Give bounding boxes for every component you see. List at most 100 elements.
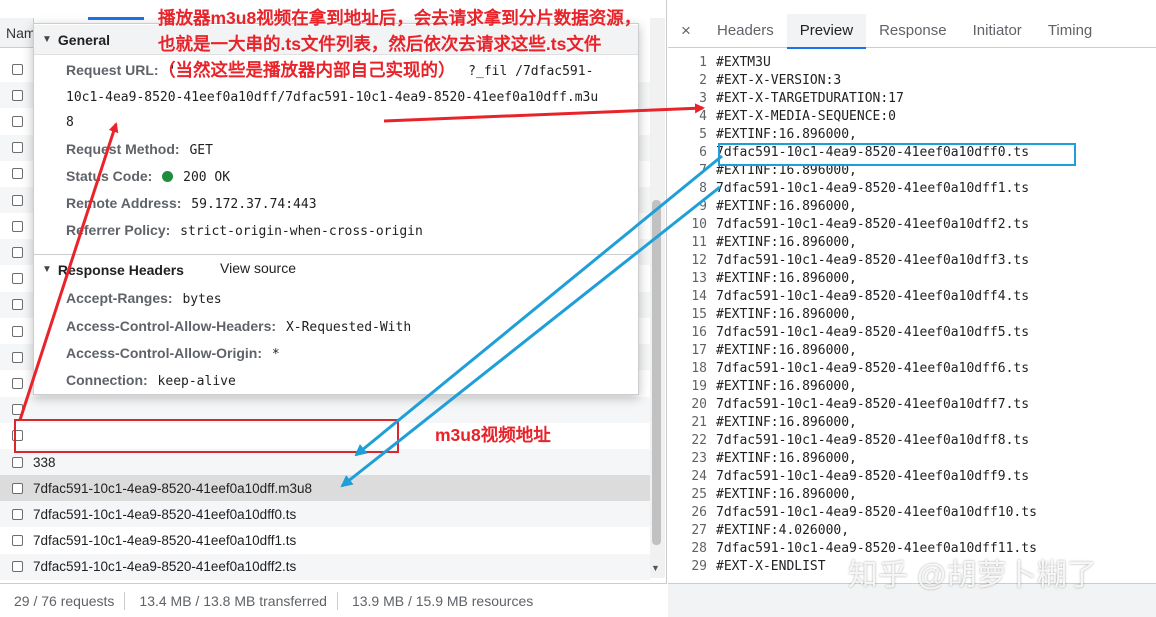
name-column-header[interactable]: Nam [0, 18, 34, 48]
line-number: 28 [691, 541, 707, 556]
code-line: 10 7dfac591-10c1-4ea9-8520-41eef0a10dff2.… [668, 216, 1029, 234]
row-checkbox[interactable] [12, 561, 23, 573]
line-number: 26 [691, 505, 707, 520]
row-checkbox[interactable] [12, 482, 23, 494]
row-checkbox[interactable] [12, 325, 23, 337]
code-line: 5 #EXTINF:16.896000, [668, 126, 857, 144]
header-key: Access-Control-Allow-Origin: [66, 345, 263, 361]
line-text: #EXTINF:16.896000, [716, 235, 857, 250]
row-checkbox[interactable] [12, 299, 23, 311]
line-text: #EXT-X-VERSION:3 [716, 73, 842, 88]
header-value: keep-alive [157, 374, 236, 389]
request-url-value-line2: 10c1-4ea9-8520-41eef0a10dff/7dfac591-10c… [66, 90, 599, 105]
code-line: 14 7dfac591-10c1-4ea9-8520-41eef0a10dff4.… [668, 288, 1029, 306]
line-text: 7dfac591-10c1-4ea9-8520-41eef0a10dff3.ts [716, 253, 1030, 268]
line-text: #EXT-X-MEDIA-SEQUENCE:0 [716, 109, 897, 124]
request-row[interactable]: 7dfac591-10c1-4ea9-8520-41eef0a10dff.m3u… [0, 475, 650, 502]
tab-response[interactable]: Response [866, 14, 960, 48]
response-headers-section-header[interactable]: ▼ Response Headers [34, 254, 638, 284]
line-number: 3 [699, 91, 707, 106]
row-checkbox[interactable] [12, 535, 23, 547]
line-number: 13 [691, 271, 707, 286]
annotation-line: 播放器m3u8视频在拿到地址后，会去请求拿到分片数据资源， [158, 8, 642, 28]
request-row[interactable]: 7dfac591-10c1-4ea9-8520-41eef0a10dff1.ts [0, 528, 650, 554]
view-source-link[interactable]: View source [220, 260, 296, 276]
code-line: 13 #EXTINF:16.896000, [668, 270, 857, 288]
row-checkbox[interactable] [12, 168, 23, 180]
line-text: #EXTINF:16.896000, [716, 415, 857, 430]
row-checkbox[interactable] [12, 142, 23, 154]
tab-timing[interactable]: Timing [1035, 14, 1105, 48]
m3u8-address-annotation: m3u8视频地址 [435, 425, 551, 445]
row-checkbox[interactable] [12, 273, 23, 285]
line-number: 5 [699, 127, 707, 142]
network-request-list-panel: Nam 338 7dfac591-10c1-4ea9-8520-41eef0a10… [0, 0, 667, 617]
close-icon[interactable]: × [668, 21, 704, 41]
referrer-policy-value: strict-origin-when-cross-origin [180, 224, 423, 239]
line-text: #EXTINF:16.896000, [716, 451, 857, 466]
status-code-row: Status Code: 200 OK [66, 168, 230, 185]
line-text: 7dfac591-10c1-4ea9-8520-41eef0a10dff8.ts [716, 433, 1030, 448]
code-line: 1 #EXTM3U [668, 54, 771, 72]
line-number: 2 [699, 73, 707, 88]
scroll-down-icon[interactable]: ▼ [651, 563, 660, 573]
status-code-label: Status Code: [66, 168, 153, 184]
tab-preview[interactable]: Preview [786, 13, 867, 49]
scrollbar-thumb[interactable] [652, 200, 661, 545]
row-checkbox[interactable] [12, 377, 23, 389]
line-number: 9 [699, 199, 707, 214]
line-number: 4 [699, 109, 707, 124]
remote-address-value: 59.172.37.74:443 [191, 197, 317, 212]
code-line: 3 #EXT-X-TARGETDURATION:17 [668, 90, 904, 108]
m3u8-highlight-box [14, 419, 399, 453]
request-count: 29 / 76 requests [0, 591, 126, 610]
request-name: 7dfac591-10c1-4ea9-8520-41eef0a10dff.m3u… [33, 480, 312, 496]
row-checkbox[interactable] [12, 89, 23, 101]
ts-segment-highlight-box [718, 143, 1076, 166]
request-name: 7dfac591-10c1-4ea9-8520-41eef0a10dff0.ts [33, 506, 297, 522]
tab-headers[interactable]: Headers [704, 14, 787, 48]
request-name: 7dfac591-10c1-4ea9-8520-41eef0a10dff2.ts [33, 559, 297, 575]
code-line: 17 #EXTINF:16.896000, [668, 342, 857, 360]
code-line: 24 7dfac591-10c1-4ea9-8520-41eef0a10dff9.… [668, 468, 1029, 486]
remote-address-label: Remote Address: [66, 195, 182, 211]
line-number: 12 [691, 253, 707, 268]
line-number: 10 [691, 217, 707, 232]
row-checkbox[interactable] [12, 220, 23, 232]
header-key: Connection: [66, 372, 148, 388]
row-checkbox[interactable] [12, 508, 23, 520]
row-checkbox[interactable] [12, 246, 23, 258]
row-checkbox[interactable] [12, 404, 23, 416]
line-number: 19 [691, 379, 707, 394]
line-text: 7dfac591-10c1-4ea9-8520-41eef0a10dff10.t… [716, 505, 1037, 520]
code-line: 22 7dfac591-10c1-4ea9-8520-41eef0a10dff8.… [668, 432, 1029, 450]
request-method-label: Request Method: [66, 141, 180, 157]
header-key: Access-Control-Allow-Headers: [66, 318, 277, 334]
line-number: 22 [691, 433, 707, 448]
header-value: X-Requested-With [285, 320, 412, 335]
request-row[interactable]: 7dfac591-10c1-4ea9-8520-41eef0a10dff0.ts [0, 501, 650, 528]
request-name: 338 [33, 454, 56, 470]
code-line: 29 #EXT-X-ENDLIST [668, 558, 825, 576]
request-row[interactable]: 7dfac591-10c1-4ea9-8520-41eef0a10dff2.ts [0, 553, 650, 580]
header-value: bytes [182, 292, 222, 307]
referrer-policy-row: Referrer Policy: strict-origin-when-cros… [66, 222, 423, 239]
line-number: 18 [691, 361, 707, 376]
resources-size: 13.9 MB / 15.9 MB resources [351, 592, 534, 609]
annotation-line: （当然这些是播放器内部自己实现的） [158, 60, 456, 80]
line-number: 15 [691, 307, 707, 322]
code-line: 8 7dfac591-10c1-4ea9-8520-41eef0a10dff1.t… [668, 180, 1029, 198]
tab-initiator[interactable]: Initiator [960, 14, 1035, 48]
row-checkbox[interactable] [12, 456, 23, 468]
selected-tab-indicator [88, 17, 144, 20]
row-checkbox[interactable] [12, 115, 23, 127]
line-number: 1 [699, 55, 707, 70]
line-number: 6 [699, 145, 707, 160]
line-text: 7dfac591-10c1-4ea9-8520-41eef0a10dff9.ts [716, 469, 1030, 484]
line-number: 25 [691, 487, 707, 502]
row-checkbox[interactable] [12, 351, 23, 363]
row-checkbox[interactable] [12, 194, 23, 206]
row-checkbox[interactable] [12, 63, 23, 75]
line-text: #EXTINF:16.896000, [716, 271, 857, 286]
line-text: #EXTINF:4.026000, [716, 523, 850, 538]
